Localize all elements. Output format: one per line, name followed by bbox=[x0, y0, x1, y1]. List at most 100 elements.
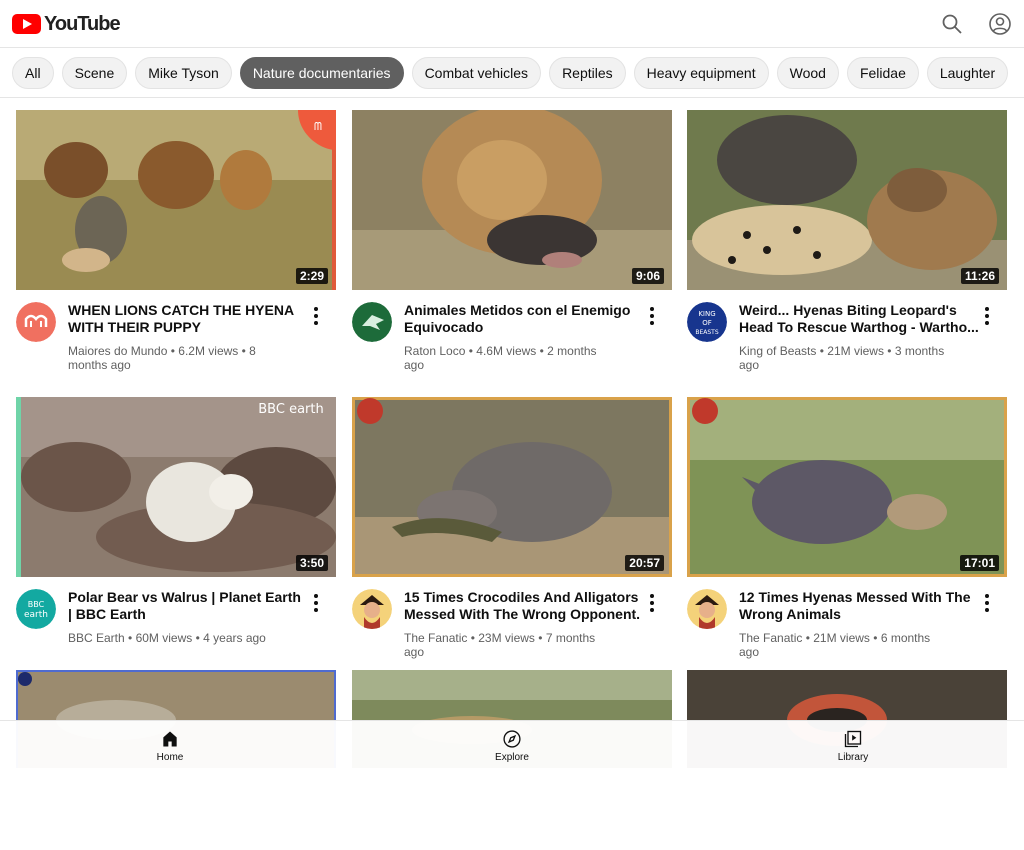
svg-text:BEASTS: BEASTS bbox=[695, 329, 718, 336]
lion-warthog-thumbnail bbox=[352, 110, 672, 290]
category-chip[interactable]: Felidae bbox=[847, 57, 919, 89]
category-chip-bar: AllSceneMike TysonNature documentariesCo… bbox=[0, 48, 1024, 98]
video-title[interactable]: Animales Metidos con el Enemigo Equivoca… bbox=[404, 302, 644, 336]
video-card[interactable]: ᗰ 2:29 WHEN LIONS CATCH THE HYENA WITH T… bbox=[16, 110, 336, 386]
account-icon bbox=[988, 12, 1012, 36]
view-count: 4.6M views bbox=[476, 344, 536, 358]
video-metadata: Raton Loco • 4.6M views • 2 months ago bbox=[404, 344, 614, 372]
video-title[interactable]: Weird... Hyenas Biting Leopard's Head To… bbox=[739, 302, 979, 336]
channel-avatar[interactable] bbox=[687, 589, 727, 629]
video-card[interactable]: 20:57 15 Times Crocodiles And Alligators… bbox=[352, 397, 672, 673]
the-fanatic-logo-icon bbox=[687, 589, 727, 629]
bbc-earth-watermark: BBC earth bbox=[258, 402, 323, 417]
nav-home[interactable]: Home bbox=[130, 729, 210, 763]
video-metadata: The Fanatic • 23M views • 7 months ago bbox=[404, 631, 614, 659]
category-chip[interactable]: All bbox=[12, 57, 54, 89]
video-duration: 11:26 bbox=[961, 268, 999, 284]
polar-bear-walrus-thumbnail: BBC earth bbox=[16, 397, 336, 577]
search-button[interactable] bbox=[940, 12, 964, 36]
video-duration: 2:29 bbox=[296, 268, 328, 284]
channel-name[interactable]: Raton Loco bbox=[404, 344, 465, 358]
category-chip[interactable]: Laughter bbox=[927, 57, 1008, 89]
video-duration: 17:01 bbox=[960, 555, 999, 571]
maiores-logo-icon bbox=[16, 302, 56, 342]
video-title[interactable]: 12 Times Hyenas Messed With The Wrong An… bbox=[739, 589, 979, 623]
channel-avatar[interactable] bbox=[16, 302, 56, 342]
library-icon bbox=[843, 729, 863, 749]
rhino-hyena-thumbnail bbox=[687, 397, 1007, 577]
nav-home-label: Home bbox=[130, 752, 210, 763]
video-duration: 3:50 bbox=[296, 555, 328, 571]
nav-library[interactable]: Library bbox=[813, 729, 893, 763]
hippo-crocodile-thumbnail bbox=[352, 397, 672, 577]
lions-hyena-thumbnail: ᗰ bbox=[16, 110, 336, 290]
category-chip[interactable]: Mike Tyson bbox=[135, 57, 232, 89]
svg-text:OF: OF bbox=[702, 319, 712, 327]
video-card[interactable]: BBC earth 3:50 BBCearth Polar Bear vs Wa… bbox=[16, 397, 336, 673]
channel-name[interactable]: The Fanatic bbox=[739, 631, 802, 645]
view-count: 6.2M views bbox=[178, 344, 238, 358]
nav-explore[interactable]: Explore bbox=[472, 729, 552, 763]
king-of-beasts-logo-icon: KINGOF BEASTS bbox=[687, 302, 727, 342]
more-actions-icon[interactable] bbox=[642, 591, 662, 615]
channel-avatar[interactable] bbox=[352, 302, 392, 342]
category-chip[interactable]: Reptiles bbox=[549, 57, 626, 89]
home-icon bbox=[160, 729, 180, 749]
view-count: 21M views bbox=[813, 631, 870, 645]
bottom-navigation: Home Explore Library bbox=[0, 720, 1024, 768]
category-chip[interactable]: Combat vehicles bbox=[412, 57, 542, 89]
channel-name[interactable]: Maiores do Mundo bbox=[68, 344, 167, 358]
raton-loco-logo-icon bbox=[352, 302, 392, 342]
channel-name[interactable]: BBC Earth bbox=[68, 631, 125, 645]
channel-avatar[interactable]: BBCearth bbox=[16, 589, 56, 629]
category-chip[interactable]: Heavy equipment bbox=[634, 57, 769, 89]
video-title[interactable]: 15 Times Crocodiles And Alligators Messe… bbox=[404, 589, 644, 623]
more-actions-icon[interactable] bbox=[306, 304, 326, 328]
category-chip[interactable]: Scene bbox=[62, 57, 128, 89]
video-card[interactable]: 9:06 Animales Metidos con el Enemigo Equ… bbox=[352, 110, 672, 386]
upload-age: 4 years ago bbox=[203, 631, 266, 645]
video-card[interactable]: 17:01 12 Times Hyenas Messed With The Wr… bbox=[687, 397, 1007, 673]
channel-avatar[interactable] bbox=[352, 589, 392, 629]
bbc-earth-logo-icon: BBCearth bbox=[16, 589, 56, 629]
video-duration: 20:57 bbox=[625, 555, 664, 571]
video-title[interactable]: Polar Bear vs Walrus | Planet Earth | BB… bbox=[68, 589, 308, 623]
video-metadata: Maiores do Mundo • 6.2M views • 8 months… bbox=[68, 344, 278, 372]
video-metadata: The Fanatic • 21M views • 6 months ago bbox=[739, 631, 949, 659]
account-button[interactable] bbox=[988, 12, 1012, 36]
video-thumbnail[interactable]: 11:26 bbox=[687, 110, 1007, 290]
more-actions-icon[interactable] bbox=[306, 591, 326, 615]
more-actions-icon[interactable] bbox=[977, 591, 997, 615]
video-thumbnail[interactable]: 20:57 bbox=[352, 397, 672, 577]
video-metadata: BBC Earth • 60M views • 4 years ago bbox=[68, 631, 278, 645]
top-app-bar: YouTube bbox=[0, 0, 1024, 48]
more-actions-icon[interactable] bbox=[642, 304, 662, 328]
more-actions-icon[interactable] bbox=[977, 304, 997, 328]
youtube-logo[interactable]: YouTube bbox=[12, 12, 120, 36]
category-chip[interactable]: Nature documentaries bbox=[240, 57, 404, 89]
video-thumbnail[interactable]: 9:06 bbox=[352, 110, 672, 290]
video-thumbnail[interactable]: ᗰ 2:29 bbox=[16, 110, 336, 290]
view-count: 21M views bbox=[827, 344, 884, 358]
video-thumbnail[interactable]: BBC earth 3:50 bbox=[16, 397, 336, 577]
video-metadata: King of Beasts • 21M views • 3 months ag… bbox=[739, 344, 949, 372]
view-count: 60M views bbox=[136, 631, 193, 645]
channel-name[interactable]: King of Beasts bbox=[739, 344, 816, 358]
video-thumbnail[interactable]: 17:01 bbox=[687, 397, 1007, 577]
nav-explore-label: Explore bbox=[472, 752, 552, 763]
leopard-hyena-thumbnail bbox=[687, 110, 1007, 290]
channel-avatar[interactable]: KINGOF BEASTS bbox=[687, 302, 727, 342]
svg-text:KING: KING bbox=[698, 310, 715, 318]
the-fanatic-logo-icon bbox=[352, 589, 392, 629]
view-count: 23M views bbox=[478, 631, 535, 645]
svg-text:ᗰ: ᗰ bbox=[314, 120, 322, 133]
svg-text:BBC: BBC bbox=[28, 600, 45, 609]
brand-name: YouTube bbox=[44, 13, 120, 36]
video-title[interactable]: WHEN LIONS CATCH THE HYENA WITH THEIR PU… bbox=[68, 302, 308, 336]
channel-name[interactable]: The Fanatic bbox=[404, 631, 467, 645]
svg-text:earth: earth bbox=[24, 610, 48, 620]
nav-library-label: Library bbox=[813, 752, 893, 763]
category-chip[interactable]: Wood bbox=[777, 57, 839, 89]
video-card[interactable]: 11:26 KINGOF BEASTS Weird... Hyenas Bitin… bbox=[687, 110, 1007, 386]
video-duration: 9:06 bbox=[632, 268, 664, 284]
